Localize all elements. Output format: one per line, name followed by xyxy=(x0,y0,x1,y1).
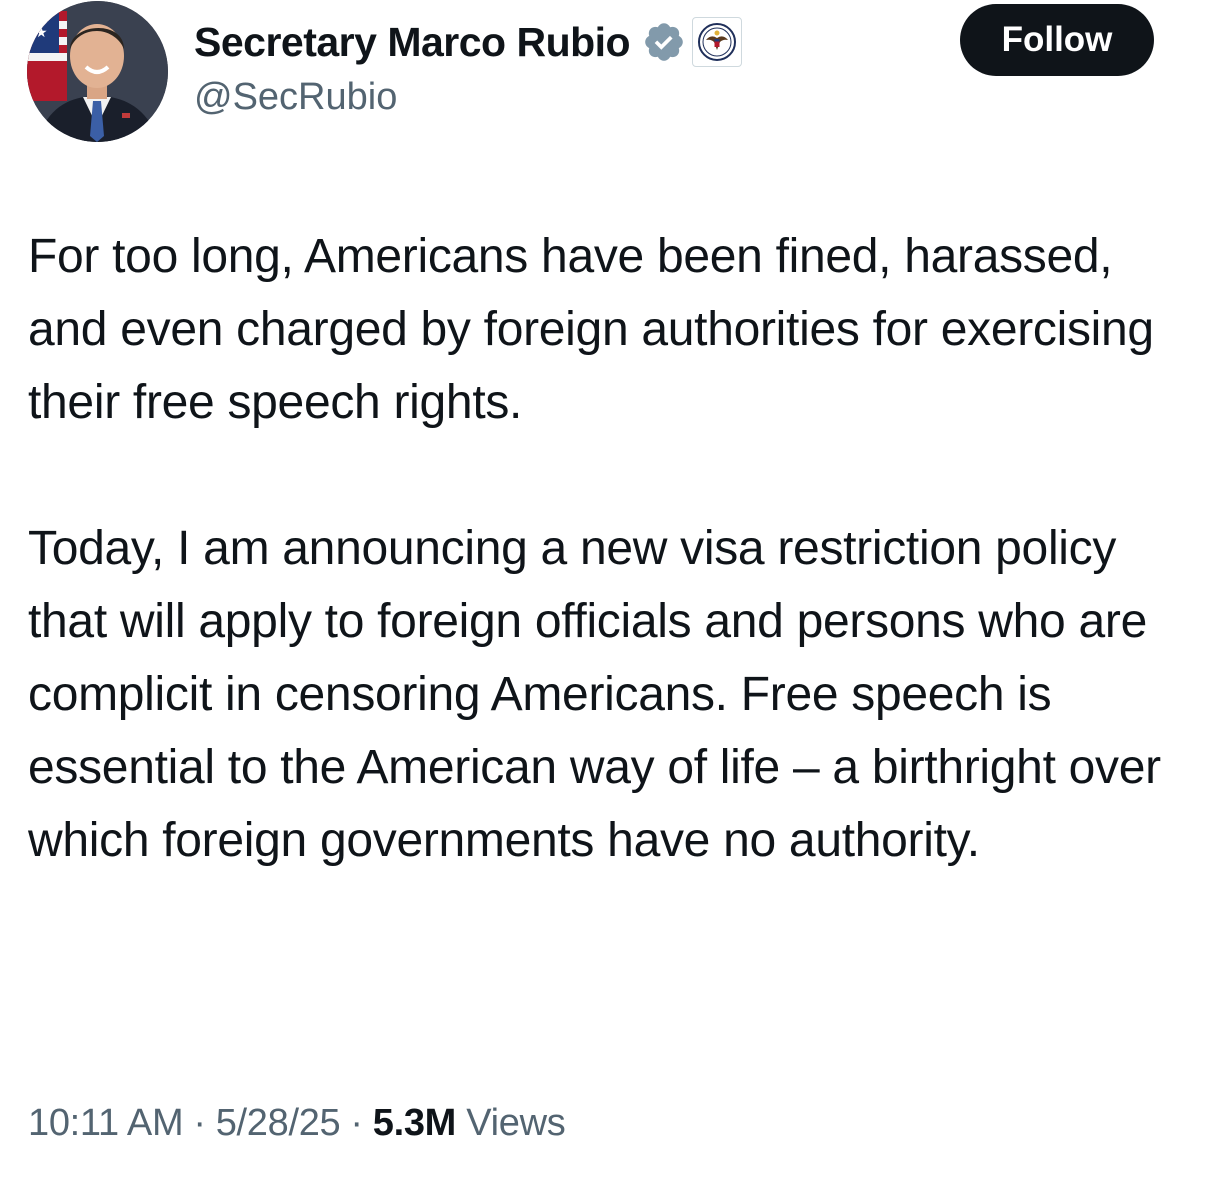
verified-badge-icon[interactable] xyxy=(642,20,686,64)
meta-separator: · xyxy=(350,1102,363,1144)
tweet-metadata: 10:11 AM · 5/28/25 · 5.3M Views xyxy=(28,1102,566,1145)
views-count: 5.3M xyxy=(372,1102,457,1144)
tweet-paragraph: For too long, Americans have been fined,… xyxy=(28,230,1154,429)
follow-button[interactable]: Follow xyxy=(960,4,1154,76)
profile-photo: ★ xyxy=(27,1,168,142)
tweet-date[interactable]: 5/28/25 xyxy=(216,1102,341,1144)
svg-text:★: ★ xyxy=(35,25,48,41)
tweet-paragraph: Today, I am announcing a new visa restri… xyxy=(28,522,1161,867)
avatar[interactable]: ★ xyxy=(27,1,168,142)
tweet-time[interactable]: 10:11 AM xyxy=(28,1102,184,1144)
state-department-seal-icon[interactable] xyxy=(692,17,743,67)
author-name-row[interactable]: Secretary Marco Rubio xyxy=(194,14,743,70)
author-display-name[interactable]: Secretary Marco Rubio xyxy=(194,19,631,66)
author-handle[interactable]: @SecRubio xyxy=(194,76,397,119)
meta-separator: · xyxy=(193,1102,206,1144)
views-label: Views xyxy=(466,1102,566,1144)
tweet-text: For too long, Americans have been fined,… xyxy=(28,220,1178,877)
